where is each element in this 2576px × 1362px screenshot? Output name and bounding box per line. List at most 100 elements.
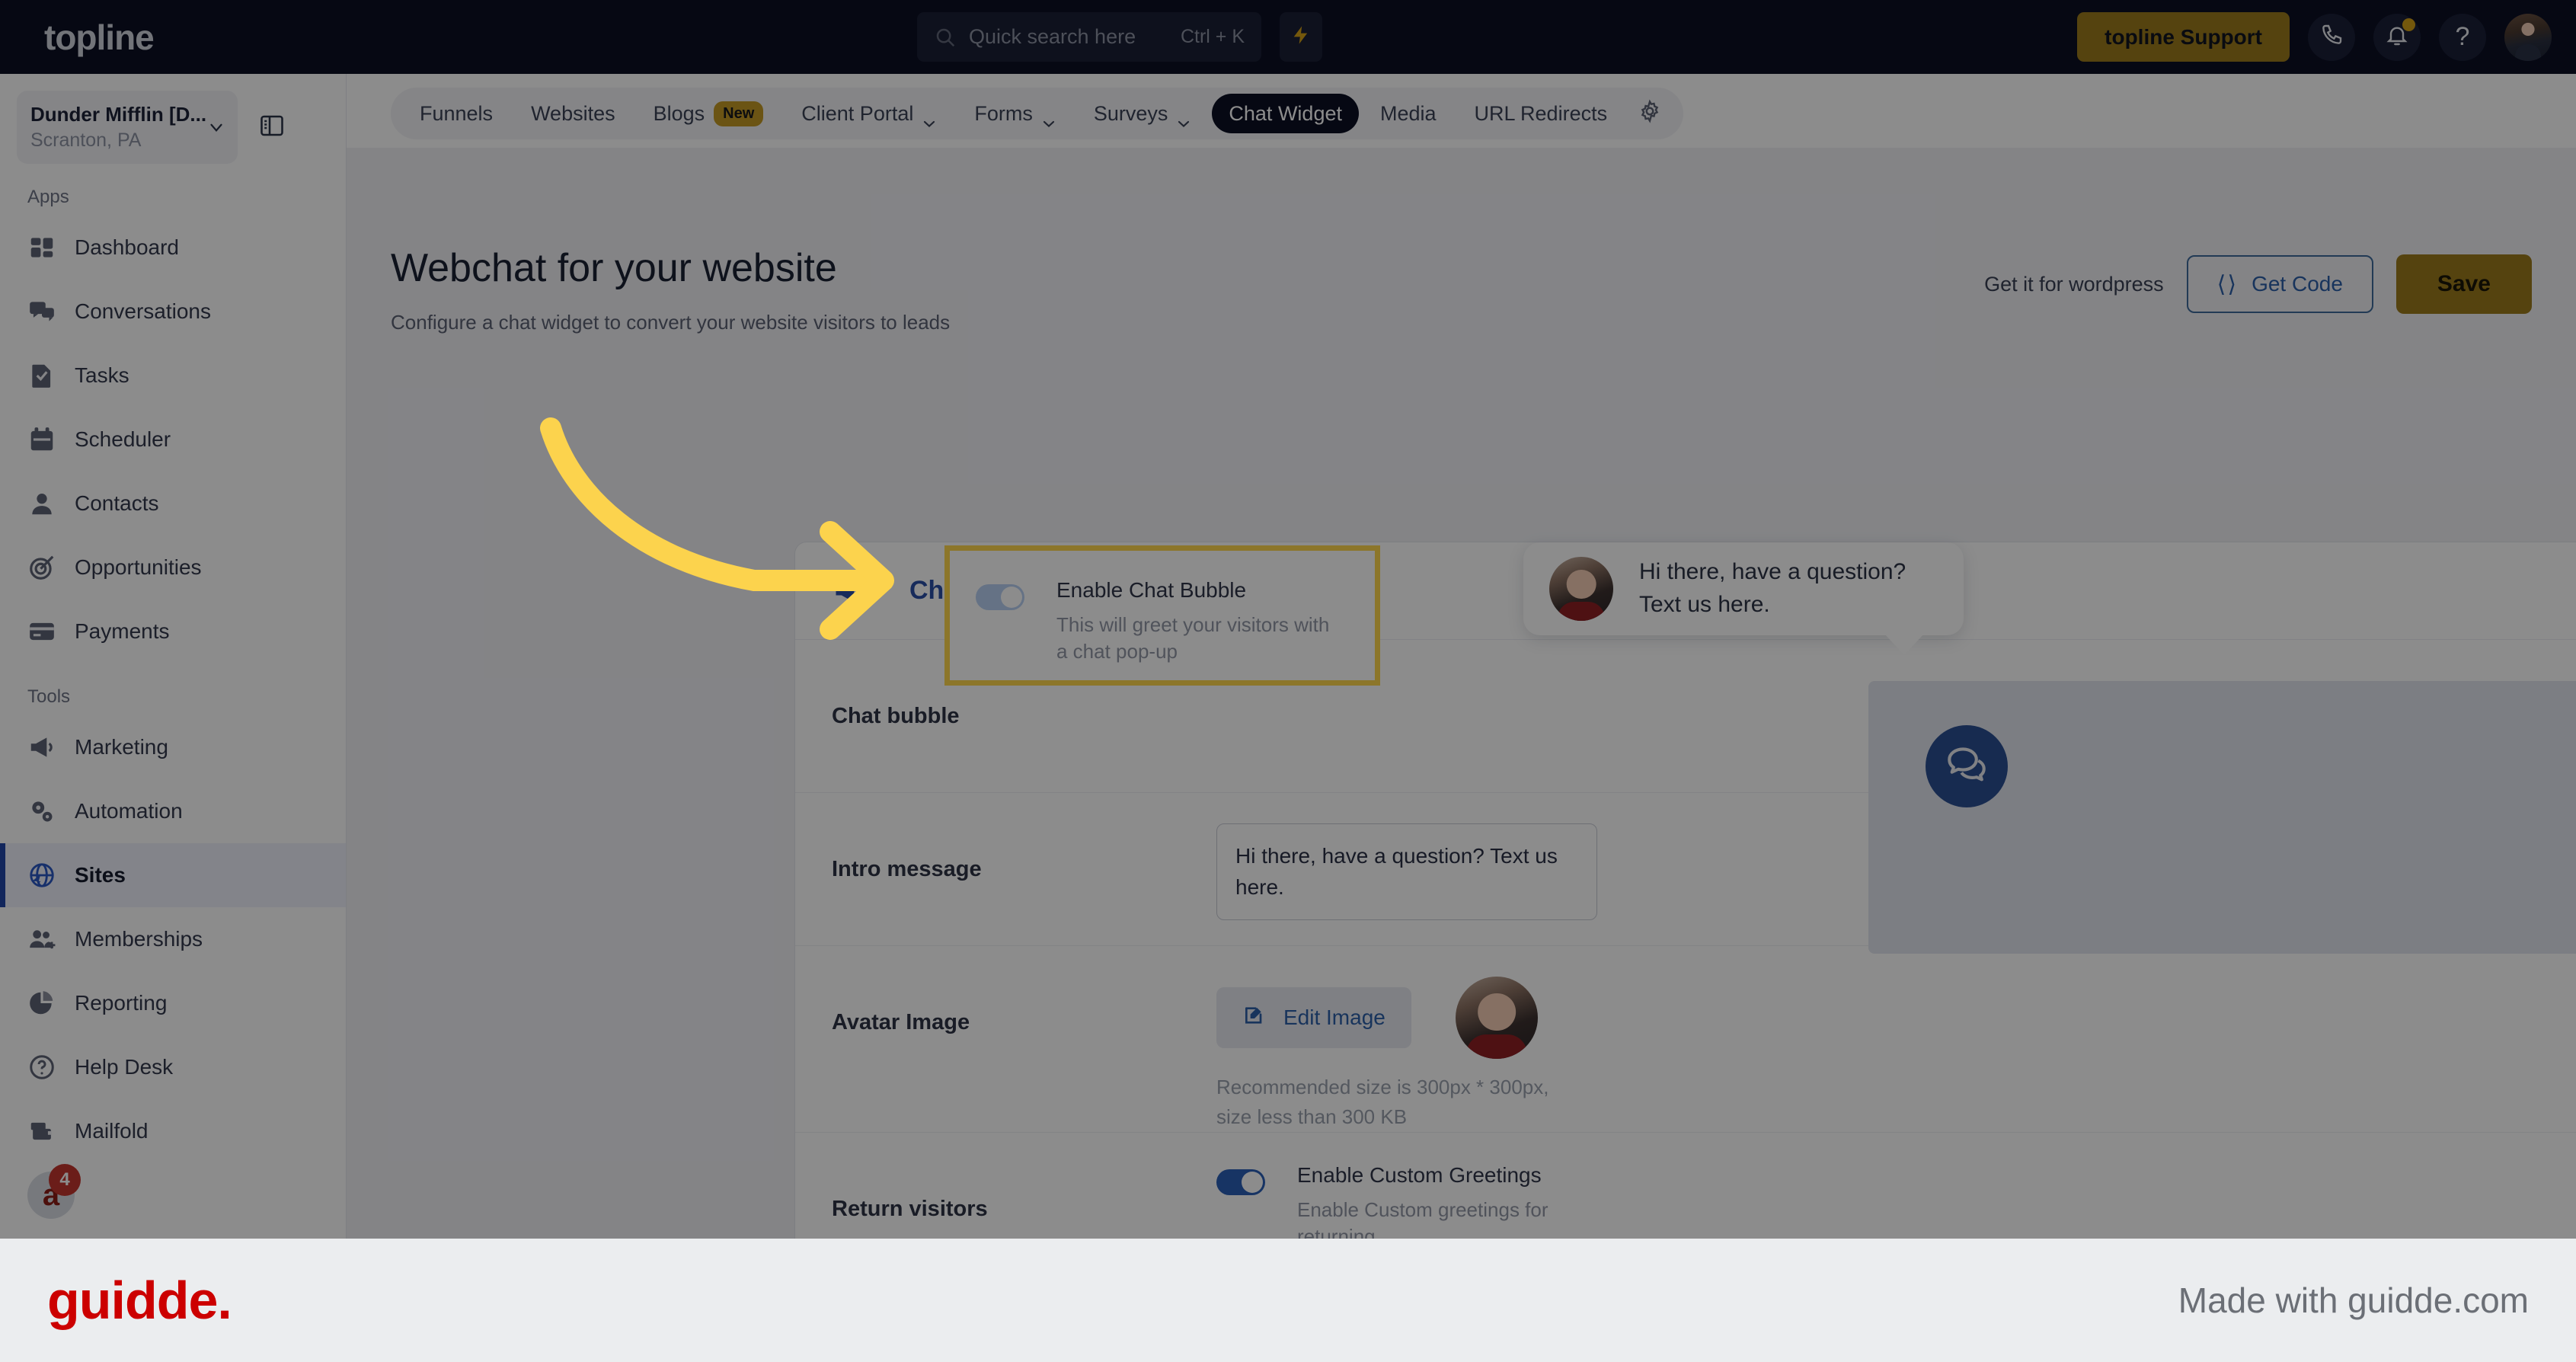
chat-icon: [27, 297, 56, 326]
subnav-band: Funnels Websites Blogs New Client Portal…: [347, 74, 2576, 148]
subnav-settings-button[interactable]: [1628, 94, 1671, 133]
pie-chart-icon: [27, 989, 56, 1018]
tab-surveys[interactable]: Surveys: [1077, 94, 1208, 133]
search-icon: [934, 26, 957, 49]
enable-chat-bubble-text: Enable Chat Bubble This will greet your …: [1056, 578, 1331, 665]
chat-launcher-button[interactable]: [1926, 725, 2008, 807]
search-placeholder: Quick search here: [969, 25, 1136, 48]
save-button[interactable]: Save: [2395, 254, 2532, 314]
chevron-down-icon: [1042, 110, 1056, 127]
page-header-actions: Get it for wordpress ⟨⟩ Get Code Save: [1984, 254, 2532, 314]
megaphone-icon: [832, 574, 865, 608]
get-code-label: Get Code: [2252, 272, 2343, 296]
avatar-preview: [1455, 977, 1538, 1059]
sidebar-item-reporting[interactable]: Reporting: [0, 971, 346, 1035]
custom-greetings-text: Enable Custom Greetings Enable Custom gr…: [1297, 1163, 1571, 1239]
edit-image-label: Edit Image: [1283, 1006, 1385, 1029]
sidebar: Dunder Mifflin [D... Scranton, PA Apps D…: [0, 74, 347, 1239]
wordpress-link[interactable]: Get it for wordpress: [1984, 273, 2164, 296]
tab-client-portal[interactable]: Client Portal: [785, 94, 953, 133]
credit-card-icon: [27, 617, 56, 646]
tab-chat-widget[interactable]: Chat Widget: [1212, 94, 1359, 133]
notification-badge: 4: [49, 1164, 81, 1196]
sidebar-item-scheduler[interactable]: Scheduler: [0, 408, 346, 472]
top-bar: topline Quick search here Ctrl + K topli…: [0, 0, 2576, 74]
tab-label: Chat Widget: [1229, 101, 1342, 125]
chevron-down-icon: [206, 117, 226, 137]
made-with-guidde: Made with guidde.com: [2178, 1280, 2529, 1320]
sidebar-item-tasks[interactable]: Tasks: [0, 344, 346, 408]
panel-collapse-icon: [258, 112, 286, 143]
tab-blogs[interactable]: Blogs New: [637, 94, 781, 133]
app-root: topline Quick search here Ctrl + K topli…: [0, 0, 2576, 1362]
sidebar-item-label: Contacts: [75, 491, 159, 515]
gears-icon: [27, 797, 56, 826]
custom-greetings-toggle[interactable]: [1216, 1169, 1265, 1195]
tab-label: Funnels: [420, 101, 494, 125]
question-circle-icon: [27, 1053, 56, 1082]
row-avatar-image: Avatar Image Edit Image Recommended size…: [795, 946, 2576, 1133]
location-selector[interactable]: Dunder Mifflin [D... Scranton, PA: [17, 91, 238, 164]
help-button[interactable]: ?: [2439, 13, 2486, 61]
enable-chat-bubble-highlight: Enable Chat Bubble This will greet your …: [944, 545, 1380, 686]
task-icon: [27, 361, 56, 390]
sidebar-item-sites[interactable]: Sites: [0, 843, 346, 907]
tab-media[interactable]: Media: [1363, 94, 1453, 133]
notifications-button[interactable]: [2373, 13, 2421, 61]
edit-image-button[interactable]: Edit Image: [1216, 987, 1411, 1048]
row-body: Enable Custom Greetings Enable Custom gr…: [1216, 1133, 2576, 1239]
sidebar-item-opportunities[interactable]: Opportunities: [0, 536, 346, 599]
chat-popup-preview: Hi there, have a question? Text us here.: [1523, 542, 1964, 655]
quick-actions-button[interactable]: [1280, 12, 1322, 62]
phone-icon: [2319, 23, 2344, 51]
sidebar-item-label: Scheduler: [75, 427, 171, 451]
page-subtitle: Configure a chat widget to convert your …: [391, 311, 951, 334]
enable-chat-bubble-toggle[interactable]: [976, 584, 1024, 610]
chevron-down-icon: [1177, 110, 1191, 127]
sidebar-item-label: Reporting: [75, 991, 168, 1015]
tab-websites[interactable]: Websites: [514, 94, 632, 133]
get-code-button[interactable]: ⟨⟩ Get Code: [2186, 255, 2373, 313]
tab-forms[interactable]: Forms: [957, 94, 1072, 133]
row-label: Intro message: [832, 856, 982, 881]
tab-url-redirects[interactable]: URL Redirects: [1458, 94, 1625, 133]
sidebar-item-automation[interactable]: Automation: [0, 779, 346, 843]
mail-stack-icon: [27, 1117, 56, 1146]
section-label-apps: Apps: [27, 187, 69, 207]
sidebar-user-avatar-row[interactable]: a 4: [0, 1163, 346, 1227]
sidebar-item-label: Sites: [75, 863, 126, 887]
sidebar-item-marketing[interactable]: Marketing: [0, 715, 346, 779]
location-name: Dunder Mifflin [D...: [30, 103, 207, 126]
avatar[interactable]: [2504, 13, 2552, 61]
tab-funnels[interactable]: Funnels: [403, 94, 510, 133]
question-mark-icon: ?: [2455, 22, 2470, 51]
code-brackets-icon: ⟨⟩: [2216, 271, 2239, 297]
sidebar-item-conversations[interactable]: Conversations: [0, 280, 346, 344]
search-input[interactable]: Quick search here Ctrl + K: [917, 12, 1261, 62]
main-content: Webchat for your website Configure a cha…: [347, 148, 2576, 1239]
sidebar-item-dashboard[interactable]: Dashboard: [0, 216, 346, 280]
search-shortcut: Ctrl + K: [1180, 26, 1245, 47]
panel-collapse-button[interactable]: [254, 110, 289, 145]
chat-bubbles-icon: [1945, 743, 1989, 791]
sidebar-item-payments[interactable]: Payments: [0, 599, 346, 663]
tab-label: Websites: [531, 101, 615, 125]
support-button[interactable]: topline Support: [2077, 12, 2290, 62]
sidebar-item-label: Mailfold: [75, 1119, 149, 1143]
guidde-logo: guidde.: [47, 1271, 232, 1330]
sidebar-item-label: Tasks: [75, 363, 129, 387]
sidebar-item-help-desk[interactable]: Help Desk: [0, 1035, 346, 1099]
sidebar-item-memberships[interactable]: Memberships: [0, 907, 346, 971]
new-badge: New: [714, 101, 764, 126]
target-icon: [27, 553, 56, 582]
intro-message-input[interactable]: Hi there, have a question? Text us here.: [1216, 823, 1597, 921]
sidebar-item-contacts[interactable]: Contacts: [0, 472, 346, 536]
sidebar-item-mailfold[interactable]: Mailfold: [0, 1099, 346, 1163]
subnav: Funnels Websites Blogs New Client Portal…: [391, 88, 1684, 139]
location-row: Dunder Mifflin [D... Scranton, PA: [0, 74, 346, 164]
widget-preview-panel: [1868, 681, 2576, 954]
row-label: Return visitors: [832, 1196, 988, 1221]
brand-logo[interactable]: topline: [0, 17, 347, 58]
phone-button[interactable]: [2308, 13, 2355, 61]
guidde-footer: guidde. Made with guidde.com: [0, 1239, 2576, 1362]
